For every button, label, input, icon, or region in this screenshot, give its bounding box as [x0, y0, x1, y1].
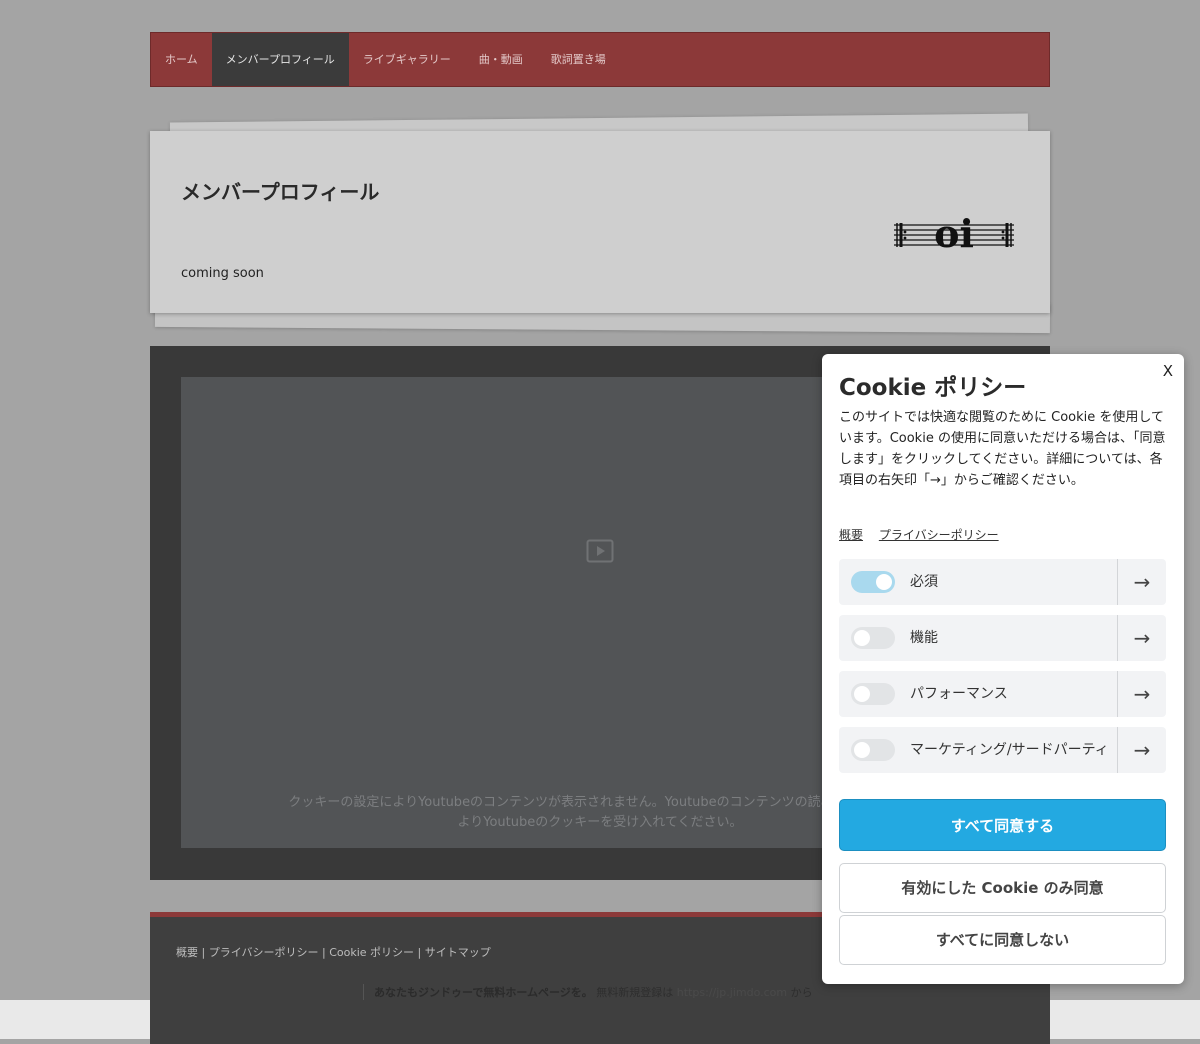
- main-navigation: ホーム メンバープロフィール ライブギャラリー 曲・動画 歌詞置き場: [150, 32, 1050, 87]
- arrow-right-icon[interactable]: →: [1118, 671, 1166, 717]
- nav-item-home[interactable]: ホーム: [151, 33, 212, 86]
- category-label: 機能: [910, 630, 938, 646]
- cookie-category-marketing: マーケティング/サードパーティ →: [839, 727, 1166, 773]
- cookie-policy-dialog: X Cookie ポリシー このサイトでは快適な閲覧のために Cookie を使…: [822, 354, 1184, 984]
- toggle-knob: [854, 686, 870, 702]
- footer-link-about[interactable]: 概要: [176, 946, 198, 959]
- page-title: メンバープロフィール: [181, 180, 380, 204]
- jimdo-promo-text: 無料新規登録は: [592, 986, 677, 999]
- arrow-right-icon[interactable]: →: [1118, 559, 1166, 605]
- footer-links: 概要 | プライバシーポリシー | Cookie ポリシー | サイトマップ: [176, 944, 491, 960]
- cookie-category-functional: 機能 →: [839, 615, 1166, 661]
- dialog-links: 概要 プライバシーポリシー: [839, 526, 1011, 543]
- accept-all-button[interactable]: すべて同意する: [839, 799, 1166, 851]
- coming-soon-text: coming soon: [181, 266, 264, 281]
- footer-link-cookie[interactable]: Cookie ポリシー: [329, 946, 414, 959]
- footer-link-sitemap[interactable]: サイトマップ: [425, 946, 491, 959]
- dialog-title: Cookie ポリシー: [839, 375, 1027, 401]
- category-label: 必須: [910, 574, 938, 590]
- reject-all-button[interactable]: すべてに同意しない: [839, 915, 1166, 965]
- toggle-knob: [854, 742, 870, 758]
- header-card: メンバープロフィール coming soon oi: [150, 131, 1050, 313]
- performance-toggle[interactable]: [851, 683, 895, 705]
- category-label: パフォーマンス: [910, 686, 1008, 702]
- dialog-link-about[interactable]: 概要: [839, 528, 863, 542]
- svg-text:oi: oi: [934, 211, 974, 255]
- jimdo-promo-url[interactable]: https://jp.jimdo.com: [677, 986, 787, 999]
- cookie-category-performance: パフォーマンス →: [839, 671, 1166, 717]
- dialog-link-privacy[interactable]: プライバシーポリシー: [879, 528, 999, 542]
- jimdo-promo[interactable]: あなたもジンドゥーで無料ホームページを。 無料新規登録は https://jp.…: [363, 984, 813, 1000]
- footer-separator: |: [414, 946, 425, 959]
- footer-separator: |: [198, 946, 209, 959]
- arrow-right-icon[interactable]: →: [1118, 615, 1166, 661]
- jimdo-promo-tail: から: [787, 986, 813, 999]
- category-label: マーケティング/サードパーティ: [910, 742, 1109, 758]
- band-logo[interactable]: oi: [894, 211, 1014, 259]
- nav-item-songs-videos[interactable]: 曲・動画: [465, 33, 537, 86]
- accept-selected-button[interactable]: 有効にした Cookie のみ同意: [839, 863, 1166, 913]
- jimdo-promo-bold: あなたもジンドゥーで無料ホームページを。: [374, 986, 593, 999]
- nav-item-live-gallery[interactable]: ライブギャラリー: [349, 33, 465, 86]
- play-icon[interactable]: [586, 539, 614, 567]
- nav-item-member-profile[interactable]: メンバープロフィール: [211, 33, 349, 86]
- cookie-category-required: 必須 →: [839, 559, 1166, 605]
- arrow-right-icon[interactable]: →: [1118, 727, 1166, 773]
- close-button[interactable]: X: [1163, 362, 1173, 380]
- dialog-description: このサイトでは快適な閲覧のために Cookie を使用しています。Cookie …: [839, 410, 1166, 488]
- marketing-toggle[interactable]: [851, 739, 895, 761]
- required-toggle[interactable]: [851, 571, 895, 593]
- footer-separator: |: [318, 946, 330, 959]
- functional-toggle[interactable]: [851, 627, 895, 649]
- footer-link-privacy[interactable]: プライバシーポリシー: [209, 946, 319, 959]
- nav-item-lyrics[interactable]: 歌詞置き場: [537, 33, 620, 86]
- toggle-knob: [854, 630, 870, 646]
- toggle-knob: [876, 574, 892, 590]
